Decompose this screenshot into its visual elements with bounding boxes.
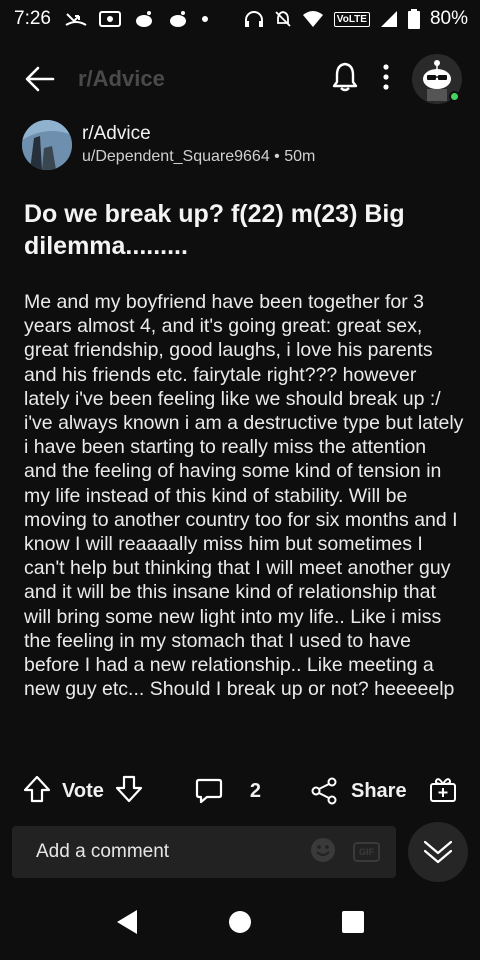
notifications-button[interactable]	[330, 61, 360, 98]
comments-button[interactable]: 2	[194, 776, 261, 806]
nav-recents-button[interactable]	[341, 910, 365, 939]
bell-icon	[332, 62, 358, 91]
post-title: Do we break up? f(22) m(23) Big dilemma.…	[24, 200, 405, 260]
home-circle-icon	[228, 910, 251, 933]
online-status-dot	[449, 91, 460, 102]
more-options-button[interactable]	[382, 63, 390, 95]
reddit-notification-icon	[167, 10, 189, 28]
status-bar: 7:26 VoLTE 80%	[0, 0, 480, 38]
mute-icon	[274, 10, 292, 28]
collapse-button[interactable]	[408, 822, 468, 882]
emoji-icon	[311, 837, 335, 862]
volte-badge: VoLTE	[333, 11, 370, 27]
downvote-arrow-icon	[115, 775, 142, 802]
post-body: Me and my boyfriend have been together f…	[24, 291, 464, 701]
comment-placeholder: Add a comment	[36, 841, 170, 862]
gif-button[interactable]: GIF	[353, 842, 380, 862]
post-header: r/Advice u/Dependent_Square9664 • 50m	[22, 120, 315, 170]
post-action-bar: Vote 2 Share	[0, 766, 480, 816]
signal-icon	[380, 10, 398, 28]
recents-square-icon	[342, 910, 365, 933]
gift-award-icon	[430, 777, 456, 802]
headphones-icon	[244, 10, 264, 28]
back-arrow-icon	[25, 66, 55, 92]
share-label: Share	[350, 779, 407, 802]
post-author[interactable]: u/Dependent_Square9664	[82, 148, 270, 165]
comment-bubble-icon	[195, 778, 222, 804]
downvote-button[interactable]	[114, 774, 144, 809]
add-comment-field[interactable]: Add a comment GIF	[12, 826, 396, 878]
app-bar: r/Advice	[0, 48, 480, 110]
share-icon	[311, 777, 337, 805]
back-button[interactable]	[18, 57, 62, 101]
more-vertical-icon	[383, 63, 389, 90]
post-subreddit-link[interactable]: r/Advice	[82, 122, 315, 146]
byline-separator: •	[274, 148, 280, 165]
status-time: 7:26	[14, 8, 51, 29]
reddit-notification-icon	[133, 10, 155, 28]
battery-level: 80%	[429, 8, 468, 29]
nav-home-button[interactable]	[228, 910, 252, 939]
back-triangle-icon	[116, 909, 137, 934]
wifi-icon	[302, 10, 324, 28]
chevron-double-down-icon	[423, 840, 453, 864]
system-navigation-bar	[0, 888, 480, 960]
missed-call-icon	[65, 10, 87, 28]
battery-icon	[407, 9, 420, 29]
cast-icon	[98, 10, 121, 28]
nav-back-button[interactable]	[115, 909, 139, 940]
app-bar-subreddit[interactable]: r/Advice	[78, 66, 165, 92]
post-byline: u/Dependent_Square9664 • 50m	[82, 146, 315, 168]
more-notifications-dot-icon	[201, 15, 209, 23]
upvote-button[interactable]	[22, 774, 52, 809]
share-button[interactable]: Share	[309, 776, 407, 806]
notification-icons	[65, 10, 209, 28]
emoji-button[interactable]	[309, 836, 337, 869]
vote-label: Vote	[62, 779, 104, 802]
award-button[interactable]	[428, 774, 458, 809]
comment-count: 2	[249, 779, 261, 802]
post-age: 50m	[284, 148, 316, 165]
vote-group: Vote	[22, 774, 144, 809]
user-avatar-button[interactable]	[412, 54, 462, 104]
subreddit-icon	[22, 120, 72, 170]
subreddit-avatar[interactable]	[22, 120, 72, 170]
upvote-arrow-icon	[23, 775, 51, 802]
